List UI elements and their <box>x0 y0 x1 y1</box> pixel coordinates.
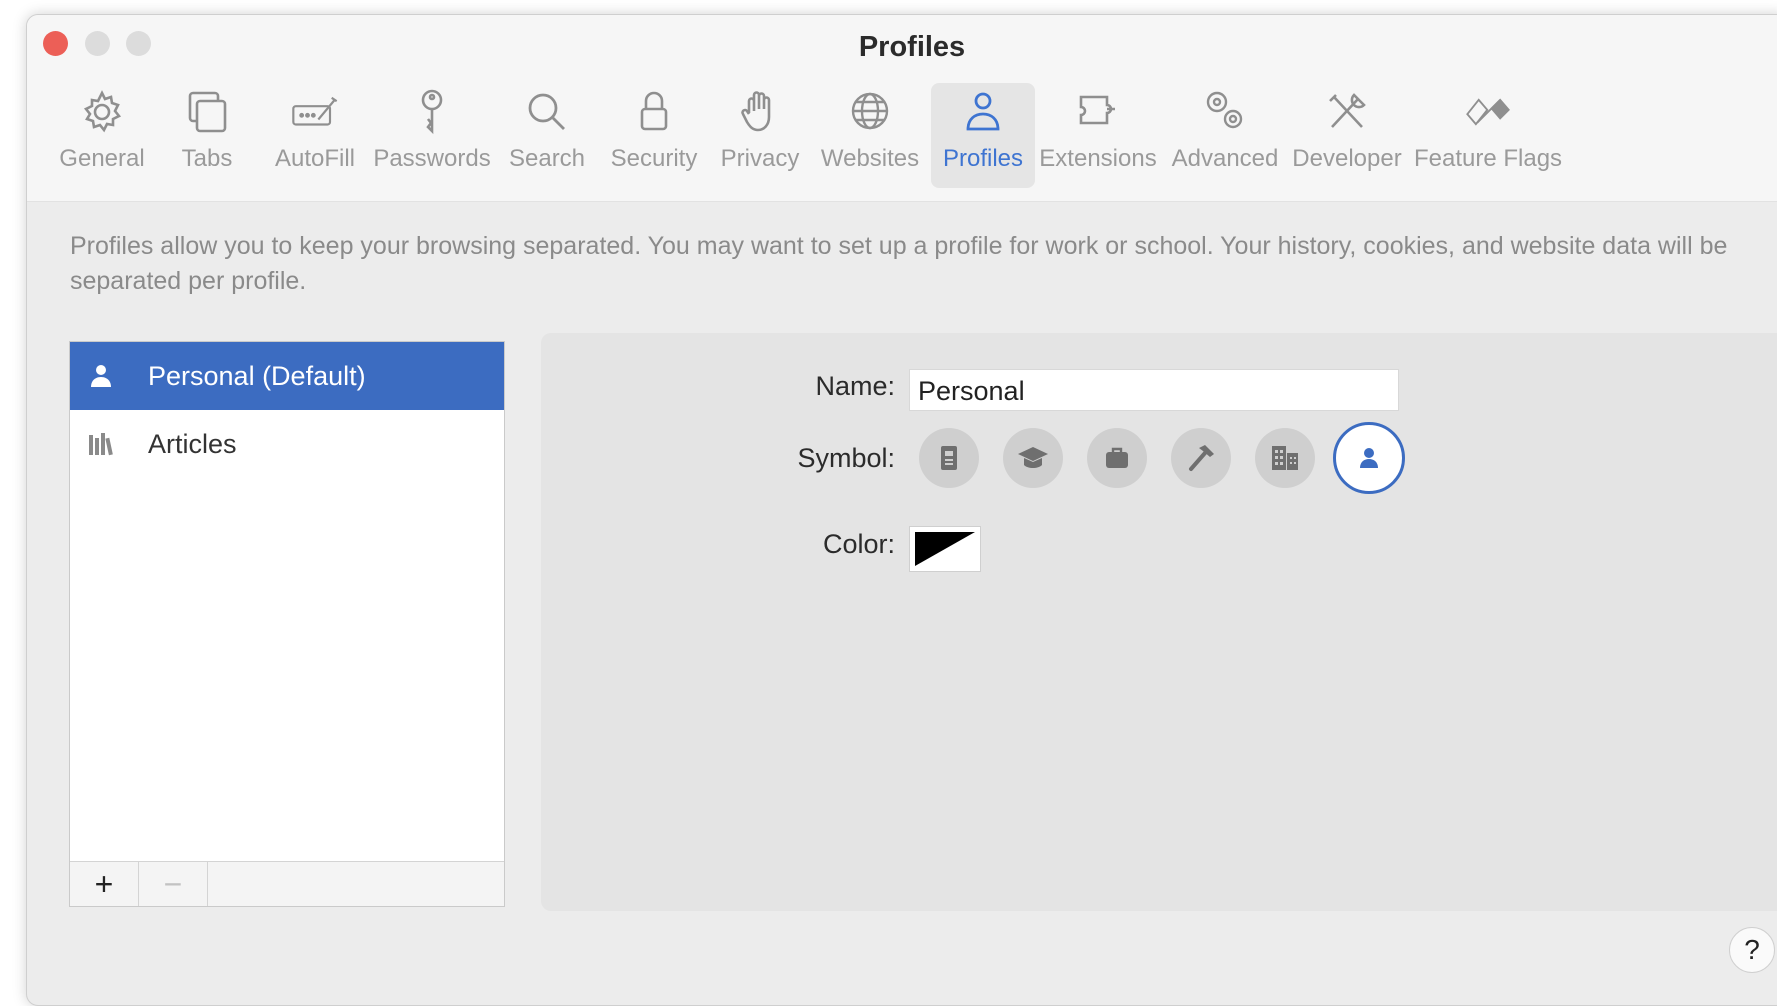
symbol-option-briefcase[interactable] <box>1087 428 1147 488</box>
hand-icon <box>741 91 771 132</box>
tab-autofill[interactable]: AutoFill <box>273 83 357 188</box>
list-item-articles[interactable]: Articles <box>70 410 504 478</box>
person-icon <box>91 365 111 387</box>
hammer-icon <box>1189 445 1214 471</box>
graduation-cap-icon <box>1018 447 1048 468</box>
symbol-option-hammer[interactable] <box>1171 428 1231 488</box>
title-bar: Profiles <box>27 15 1777 75</box>
tab-security[interactable]: Security <box>611 83 697 188</box>
tab-tabs[interactable]: Tabs <box>177 83 237 188</box>
name-field[interactable]: Personal <box>909 369 1399 411</box>
books-icon <box>89 433 113 456</box>
tab-websites[interactable]: Websites <box>821 83 919 188</box>
symbol-option-id-badge[interactable] <box>919 428 979 488</box>
lock-icon <box>640 91 668 131</box>
color-well[interactable] <box>909 526 981 572</box>
remove-profile-button[interactable]: − <box>139 862 208 906</box>
tab-extensions[interactable]: Extensions <box>1039 83 1157 188</box>
gears-icon <box>1206 91 1243 129</box>
color-swatch <box>915 532 975 566</box>
gear-icon <box>83 90 122 133</box>
window-title: Profiles <box>858 31 966 63</box>
briefcase-icon <box>1106 447 1128 468</box>
tab-feature-flags[interactable]: Feature Flags <box>1414 83 1562 188</box>
symbol-option-person[interactable] <box>1333 422 1405 494</box>
magnifier-icon <box>528 93 565 130</box>
name-label: Name: <box>815 371 895 401</box>
tab-search[interactable]: Search <box>509 83 585 188</box>
tab-passwords[interactable]: Passwords <box>373 83 491 188</box>
profiles-list[interactable]: Personal (Default) Articles + − <box>69 341 505 907</box>
profiles-description: Profiles allow you to keep your browsing… <box>70 232 1728 295</box>
tab-general[interactable]: General <box>57 83 147 188</box>
id-badge-icon <box>941 446 957 470</box>
tab-advanced[interactable]: Advanced <box>1172 83 1278 188</box>
tab-profiles[interactable]: Profiles <box>931 83 1035 188</box>
help-button[interactable]: ? <box>1729 927 1775 973</box>
puzzle-icon <box>1079 95 1115 125</box>
symbol-option-graduation-cap[interactable] <box>1003 428 1063 488</box>
preferences-toolbar: General Tabs AutoFill Passwords Search S… <box>27 75 1777 202</box>
building-icon <box>1272 446 1298 470</box>
tabs-icon <box>188 91 227 133</box>
key-icon <box>421 89 443 135</box>
symbol-option-building[interactable] <box>1255 428 1315 488</box>
list-item-personal[interactable]: Personal (Default) <box>70 342 504 410</box>
autofill-icon <box>292 96 338 126</box>
profiles-preferences-window: Profiles General Tabs AutoFill Passwords… <box>26 14 1777 1006</box>
symbol-label: Symbol: <box>797 443 895 473</box>
color-label: Color: <box>822 529 895 559</box>
tab-developer[interactable]: Developer <box>1292 83 1402 188</box>
profile-detail-panel <box>541 333 1777 911</box>
tools-icon <box>1329 93 1366 128</box>
person-icon <box>966 92 1000 131</box>
tab-privacy[interactable]: Privacy <box>721 83 799 188</box>
add-profile-button[interactable]: + <box>70 862 139 906</box>
flags-icon <box>1466 98 1510 126</box>
globe-icon <box>851 92 889 130</box>
list-footer: + − <box>70 861 504 906</box>
person-icon <box>1360 448 1378 468</box>
